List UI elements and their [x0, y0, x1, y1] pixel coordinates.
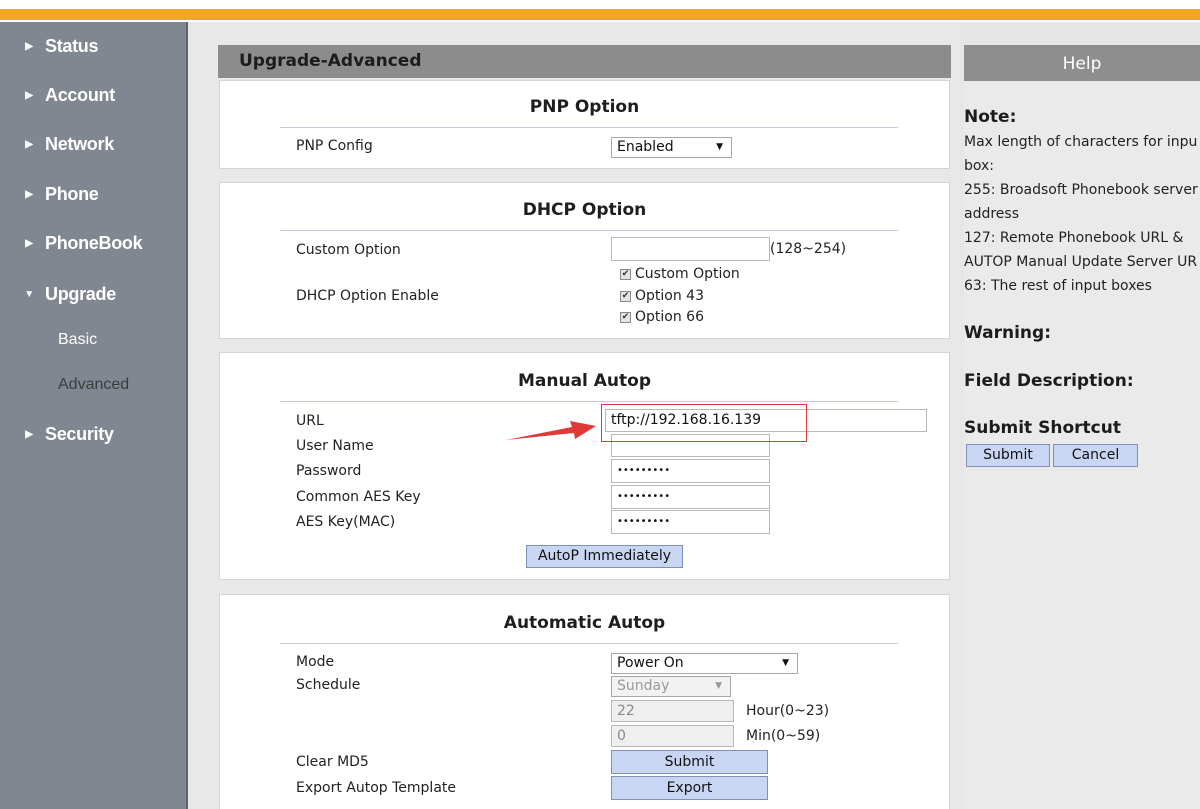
checkbox-checked-icon: ✔ [620, 290, 631, 302]
note-line: AUTOP Manual Update Server UR [964, 254, 1198, 270]
shortcut-submit-button[interactable]: Submit [966, 444, 1050, 467]
sidebar-item-label: Status [45, 36, 99, 56]
url-label: URL [296, 413, 324, 429]
divider [280, 230, 898, 231]
help-title: Help [964, 45, 1200, 81]
note-line: Max length of characters for inpu [964, 134, 1198, 150]
dhcp-section: DHCP Option Custom Option (128~254) DHCP… [219, 182, 950, 339]
triangle-right-icon: ▶ [25, 139, 33, 150]
autop-immediately-button[interactable]: AutoP Immediately [526, 545, 683, 568]
sidebar-item-network[interactable]: ▶ Network [24, 134, 114, 155]
divider [280, 127, 898, 128]
top-bar [0, 0, 1200, 22]
select-value: Sunday [617, 678, 670, 694]
sidebar-item-status[interactable]: ▶ Status [24, 36, 98, 57]
aes-key-mac-input[interactable]: ••••••••• [611, 510, 770, 534]
mode-select[interactable]: Power On ▼ [611, 653, 798, 674]
sidebar-item-label: Network [45, 134, 114, 154]
min-range-label: Min(0~59) [746, 728, 821, 744]
triangle-right-icon: ▶ [25, 429, 33, 440]
sidebar-item-label: Upgrade [45, 284, 116, 304]
section-title: Automatic Autop [503, 613, 666, 633]
caret-down-icon: ▼ [782, 658, 789, 668]
schedule-label: Schedule [296, 677, 361, 693]
mode-label: Mode [296, 654, 335, 670]
custom-option-label: Custom Option [296, 242, 401, 258]
sidebar-item-account[interactable]: ▶ Account [24, 85, 115, 106]
sidebar-item-security[interactable]: ▶ Security [24, 424, 114, 445]
note-line: address [964, 206, 1020, 222]
clear-md5-submit-button[interactable]: Submit [611, 750, 768, 774]
caret-down-icon: ▼ [716, 142, 723, 152]
aes-key-mac-label: AES Key(MAC) [296, 514, 396, 530]
sidebar-item-label: Security [45, 424, 114, 444]
checkbox-checked-icon: ✔ [620, 311, 631, 323]
pnp-config-label: PNP Config [296, 138, 373, 154]
dhcp-option-enable-label: DHCP Option Enable [296, 288, 439, 304]
custom-option-checkbox[interactable]: ✔ Custom Option [620, 266, 740, 282]
sidebar-item-phone[interactable]: ▶ Phone [24, 184, 99, 205]
triangle-down-icon: ▼ [24, 289, 34, 300]
min-input[interactable]: 0 [611, 725, 734, 747]
section-title: DHCP Option [522, 200, 647, 220]
divider [280, 401, 898, 402]
password-label: Password [296, 463, 362, 479]
submit-shortcut-heading: Submit Shortcut [964, 418, 1121, 438]
checkbox-label: Option 43 [635, 288, 704, 304]
hour-input[interactable]: 22 [611, 700, 734, 722]
automatic-autop-section: Automatic Autop Mode Power On ▼ Schedule … [219, 594, 950, 809]
pnp-config-select[interactable]: Enabled ▼ [611, 137, 732, 158]
sidebar-item-upgrade[interactable]: ▼ Upgrade [24, 284, 116, 305]
note-line: box: [964, 158, 995, 174]
section-title: Manual Autop [517, 371, 652, 391]
sidebar-subitem-advanced[interactable]: Advanced [58, 376, 129, 394]
note-line: 63: The rest of input boxes [964, 278, 1152, 294]
pnp-section: PNP Option PNP Config Enabled ▼ [219, 80, 950, 169]
caret-down-icon: ▼ [715, 681, 722, 691]
sidebar-item-label: Phone [45, 184, 99, 204]
sidebar-item-label: PhoneBook [45, 233, 143, 253]
field-description-heading: Field Description: [964, 371, 1134, 391]
select-value: Power On [617, 655, 684, 671]
triangle-right-icon: ▶ [25, 41, 33, 52]
export-autop-template-label: Export Autop Template [296, 780, 457, 796]
note-heading: Note: [964, 107, 1017, 127]
common-aes-key-input[interactable]: ••••••••• [611, 485, 770, 509]
schedule-select[interactable]: Sunday ▼ [611, 676, 731, 697]
sidebar-item-phonebook[interactable]: ▶ PhoneBook [24, 233, 142, 254]
checkbox-checked-icon: ✔ [620, 268, 631, 280]
warning-heading: Warning: [964, 323, 1052, 343]
note-text: Max length of characters for inpu box: 2… [964, 130, 1200, 298]
hour-range-label: Hour(0~23) [746, 703, 830, 719]
shortcut-cancel-button[interactable]: Cancel [1053, 444, 1138, 467]
triangle-right-icon: ▶ [25, 90, 33, 101]
section-title: PNP Option [529, 97, 640, 117]
custom-option-range: (128~254) [770, 241, 847, 257]
user-name-label: User Name [296, 438, 374, 454]
custom-option-input[interactable] [611, 237, 770, 261]
select-value: Enabled [617, 139, 674, 155]
sidebar-subitem-basic[interactable]: Basic [58, 331, 97, 349]
accent-stripe [0, 9, 1200, 20]
clear-md5-label: Clear MD5 [296, 754, 369, 770]
triangle-right-icon: ▶ [25, 189, 33, 200]
note-line: 255: Broadsoft Phonebook server [964, 182, 1198, 198]
note-line: 127: Remote Phonebook URL & [964, 230, 1184, 246]
option-66-checkbox[interactable]: ✔ Option 66 [620, 309, 704, 325]
common-aes-key-label: Common AES Key [296, 489, 421, 505]
page-title: Upgrade-Advanced [218, 45, 951, 78]
divider [280, 643, 898, 644]
export-button[interactable]: Export [611, 776, 768, 800]
checkbox-label: Custom Option [635, 266, 740, 282]
sidebar-item-label: Account [45, 85, 115, 105]
triangle-right-icon: ▶ [25, 238, 33, 249]
url-input[interactable]: tftp://192.168.16.139 [605, 409, 927, 432]
user-name-input[interactable] [611, 434, 770, 457]
manual-autop-section: Manual Autop URL tftp://192.168.16.139 U… [219, 352, 950, 580]
option-43-checkbox[interactable]: ✔ Option 43 [620, 288, 704, 304]
password-input[interactable]: ••••••••• [611, 459, 770, 483]
checkbox-label: Option 66 [635, 309, 704, 325]
